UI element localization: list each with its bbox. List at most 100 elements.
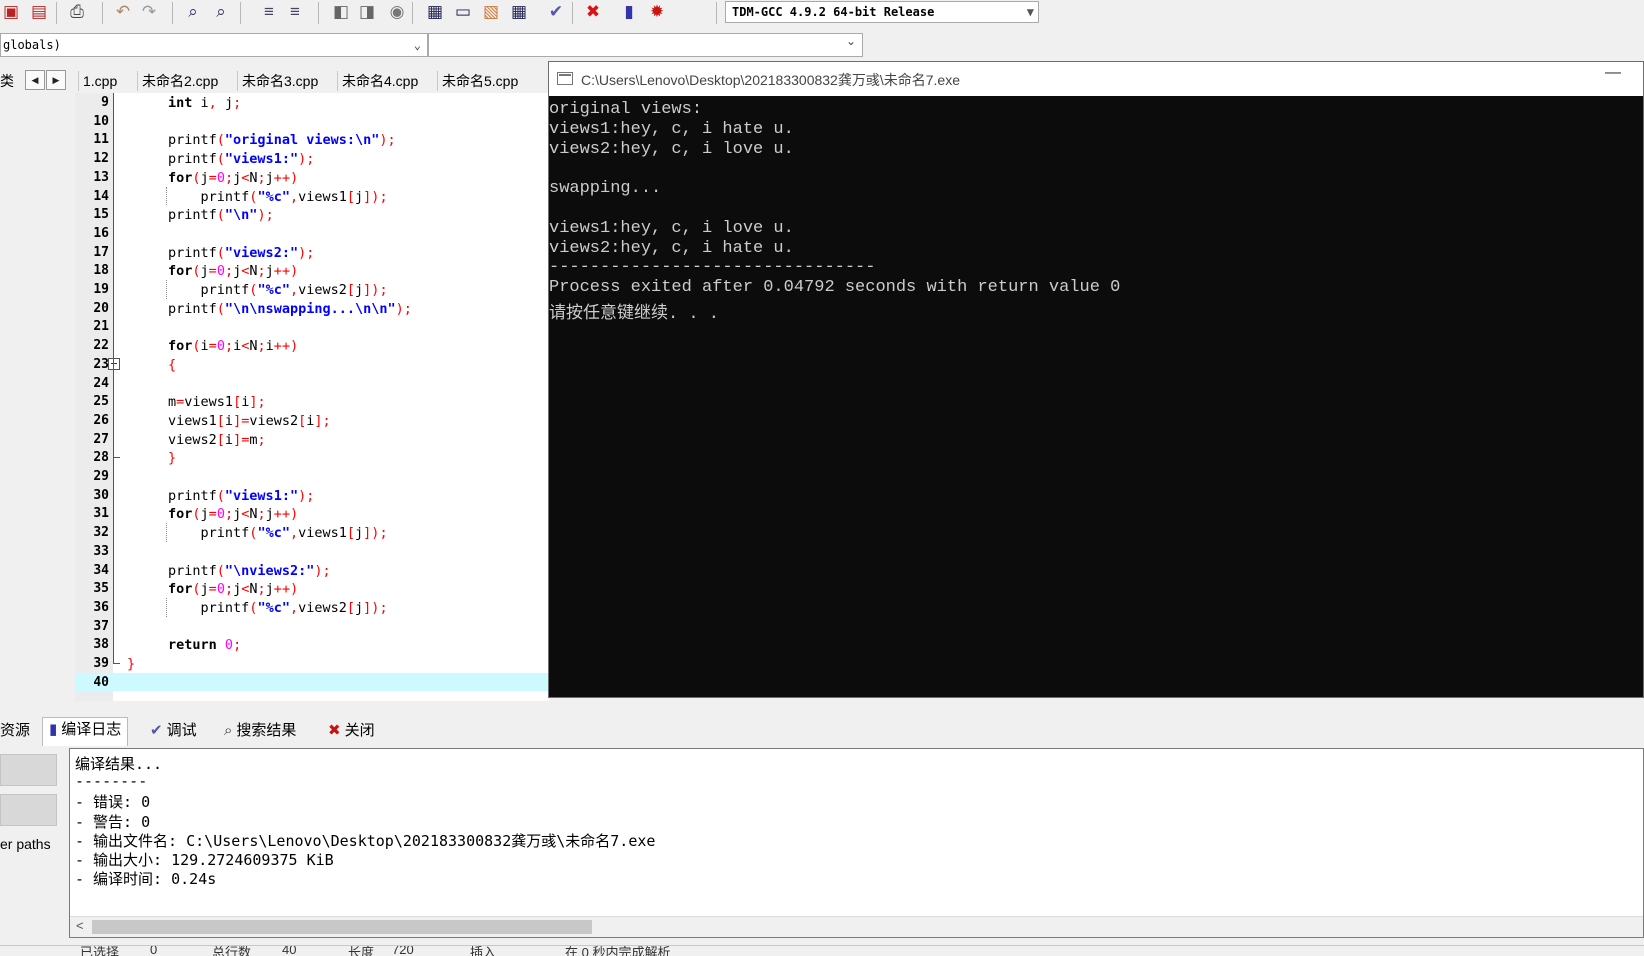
code-line[interactable]: 21 xyxy=(75,317,549,336)
indent-icon[interactable]: ≡ xyxy=(258,1,280,23)
fold-toggle-icon[interactable] xyxy=(108,357,120,370)
close-file-icon[interactable]: ▤ xyxy=(28,1,50,23)
code-line[interactable]: 19 printf("%c",views2[j]); xyxy=(75,280,549,299)
code-line[interactable]: 34 printf("\nviews2:"); xyxy=(75,561,549,580)
status-item: 总行数 xyxy=(212,945,252,956)
layout-icon[interactable]: ▧ xyxy=(480,1,502,23)
code-line[interactable]: 29 xyxy=(75,467,549,486)
line-text: for(j=0;j<N;j++) xyxy=(168,506,299,523)
code-line[interactable]: 15 printf("\n"); xyxy=(75,205,549,224)
minimize-icon[interactable]: — xyxy=(1605,64,1621,82)
code-line[interactable]: 24 xyxy=(75,374,549,393)
file-tab[interactable]: 未命名5.cpp xyxy=(442,69,518,93)
code-line[interactable]: 22 for(i=0;i<N;i++) xyxy=(75,336,549,355)
tab-next-button[interactable]: ▶ xyxy=(46,70,66,90)
member-combo[interactable]: ⌄ xyxy=(428,33,863,57)
window-icon[interactable]: ▭ xyxy=(452,1,474,23)
code-line[interactable]: 31 for(j=0;j<N;j++) xyxy=(75,504,549,523)
option-field-1[interactable] xyxy=(0,754,57,786)
line-text: printf("\nviews2:"); xyxy=(168,562,331,579)
scrollbar-thumb[interactable] xyxy=(92,920,592,934)
status-item: 40 xyxy=(282,945,297,956)
code-line[interactable]: 9 int i, j; xyxy=(75,93,549,112)
bookmark-prev-icon[interactable]: ◧ xyxy=(330,1,352,23)
bottom-tab[interactable]: ▮ 编译日志 xyxy=(42,717,129,746)
file-tab[interactable]: 未命名2.cpp xyxy=(142,69,218,93)
chart-icon[interactable]: ▮ xyxy=(618,1,640,23)
console-line: views1:hey, c, i love u. xyxy=(549,218,794,238)
code-line[interactable]: 30 printf("views1:"); xyxy=(75,486,549,505)
code-line[interactable]: 35 for(j=0;j<N;j++) xyxy=(75,579,549,598)
stop-icon[interactable]: ✖ xyxy=(582,1,604,23)
code-line[interactable]: 11 printf("original views:\n"); xyxy=(75,130,549,149)
check-icon[interactable]: ✔ xyxy=(545,1,567,23)
file-tab[interactable]: 1.cpp xyxy=(83,69,117,93)
bottom-tab[interactable]: ⌕ 搜索结果 xyxy=(224,719,296,743)
code-line[interactable]: 17 printf("views2:"); xyxy=(75,243,549,262)
unindent-icon[interactable]: ≡ xyxy=(284,1,306,23)
file-tab[interactable]: 未命名3.cpp xyxy=(242,69,318,93)
console-line: original views: xyxy=(549,100,703,119)
undo-icon[interactable]: ↶ xyxy=(112,1,134,23)
option-field-2[interactable] xyxy=(0,794,57,826)
code-line[interactable]: 14 printf("%c",views1[j]); xyxy=(75,187,549,206)
line-text: printf("\n\nswapping...\n\n"); xyxy=(168,300,412,317)
chevron-down-icon[interactable]: ⌄ xyxy=(846,34,856,48)
find-icon[interactable]: ⌕ xyxy=(182,1,204,23)
tab-prev-button[interactable]: ◀ xyxy=(25,70,45,90)
code-line[interactable]: 39} xyxy=(75,654,549,673)
redo-icon[interactable]: ↷ xyxy=(138,1,160,23)
toolbar-separator xyxy=(716,2,717,24)
class-tab-partial[interactable]: 类 xyxy=(0,69,14,93)
console-window[interactable]: C:\Users\Lenovo\Desktop\202183300832龚万彧\… xyxy=(548,61,1644,698)
line-number: 31 xyxy=(93,506,109,522)
bottom-tab[interactable]: ✖ 关闭 xyxy=(328,719,375,743)
scroll-left-icon[interactable]: < xyxy=(76,918,84,933)
bookmark-next-icon[interactable]: ◨ xyxy=(356,1,378,23)
compiler-select[interactable]: TDM-GCC 4.9.2 64-bit Release ▼ xyxy=(725,1,1039,23)
log-line: - 输出文件名: C:\Users\Lenovo\Desktop\2021833… xyxy=(75,831,656,850)
code-line[interactable]: 33 xyxy=(75,542,549,561)
replace-icon[interactable]: ⌕ xyxy=(210,1,232,23)
code-line[interactable]: 23 { xyxy=(75,355,549,374)
indent-guide xyxy=(166,597,168,617)
code-line[interactable]: 26 views1[i]=views2[i]; xyxy=(75,411,549,430)
code-line[interactable]: 40 xyxy=(75,672,549,692)
code-line[interactable]: 25 m=views1[i]; xyxy=(75,392,549,411)
code-line[interactable]: 37 xyxy=(75,617,549,636)
scope-combo[interactable]: globals) ⌄ xyxy=(0,33,428,57)
code-line[interactable]: 28} xyxy=(75,448,549,467)
compile-log[interactable]: 编译结果... -------- - 错误: 0- 警告: 0- 输出文件名: C:… xyxy=(69,748,1644,938)
console-titlebar[interactable]: C:\Users\Lenovo\Desktop\202183300832龚万彧\… xyxy=(549,62,1643,96)
code-line[interactable]: 36 printf("%c",views2[j]); xyxy=(75,598,549,617)
new-project-icon[interactable]: ▣ xyxy=(0,1,22,23)
code-line[interactable]: 32 printf("%c",views1[j]); xyxy=(75,523,549,542)
code-line[interactable]: 18 for(j=0;j<N;j++) xyxy=(75,261,549,280)
file-tab[interactable]: 未命名4.cpp xyxy=(342,69,418,93)
horizontal-scrollbar[interactable]: < xyxy=(70,916,1643,937)
code-line[interactable]: 12 printf("views1:"); xyxy=(75,149,549,168)
code-line[interactable]: 13 for(j=0;j<N;j++) xyxy=(75,168,549,187)
code-line[interactable]: 10 xyxy=(75,112,549,131)
toolbar-separator xyxy=(412,2,413,24)
code-line[interactable]: 20 printf("\n\nswapping...\n\n"); xyxy=(75,299,549,318)
print-icon[interactable]: ⎙ xyxy=(66,1,88,23)
line-number: 40 xyxy=(93,674,109,690)
tab-separator xyxy=(137,71,138,91)
chevron-down-icon[interactable]: ▼ xyxy=(1027,2,1034,22)
code-line[interactable]: 27 views2[i]=m; xyxy=(75,430,549,449)
line-number: 20 xyxy=(93,300,109,316)
bottom-tab[interactable]: 资源 xyxy=(0,719,30,743)
code-line[interactable]: 38 return 0; xyxy=(75,635,549,654)
tiles-icon[interactable]: ▦ xyxy=(508,1,530,23)
debug-icon[interactable]: ✹ xyxy=(646,1,668,23)
bottom-tab[interactable]: ✔ 调试 xyxy=(150,719,197,743)
code-editor[interactable]: 9 int i, j; 10 11 printf("original views:\n"… xyxy=(75,93,549,701)
grid-icon[interactable]: ▦ xyxy=(424,1,446,23)
line-number: 26 xyxy=(93,412,109,428)
scope-combo-value: globals) xyxy=(3,38,61,52)
code-line[interactable]: 16 xyxy=(75,224,549,243)
fold-end xyxy=(113,663,120,664)
chevron-down-icon[interactable]: ⌄ xyxy=(414,34,421,56)
toggle-comment-icon[interactable]: ◉ xyxy=(386,1,408,23)
